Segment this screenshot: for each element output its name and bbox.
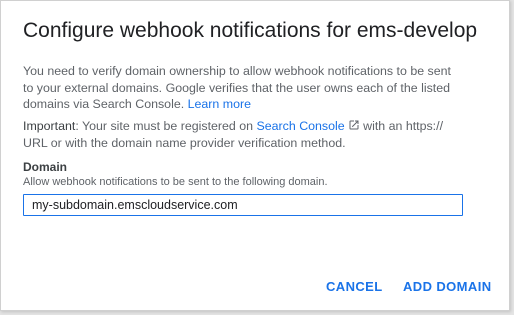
search-console-link[interactable]: Search Console [257,119,345,133]
domain-label: Domain [23,160,68,174]
learn-more-link[interactable]: Learn more [188,97,251,111]
add-domain-button[interactable]: ADD DOMAIN [403,279,492,294]
webhook-dialog: Configure webhook notifications for ems-… [0,0,510,311]
important-label: Important [23,119,76,133]
important-text-before: : Your site must be registered on [75,119,257,133]
dialog-title: Configure webhook notifications for ems-… [23,19,478,42]
intro-paragraph: You need to verify domain ownership to a… [23,63,463,113]
domain-help-text: Allow webhook notifications to be sent t… [23,176,328,188]
important-paragraph: Important: Your site must be registered … [23,118,463,151]
cancel-button[interactable]: CANCEL [326,279,383,294]
open-in-new-icon[interactable] [348,119,360,131]
domain-input[interactable] [23,194,463,216]
